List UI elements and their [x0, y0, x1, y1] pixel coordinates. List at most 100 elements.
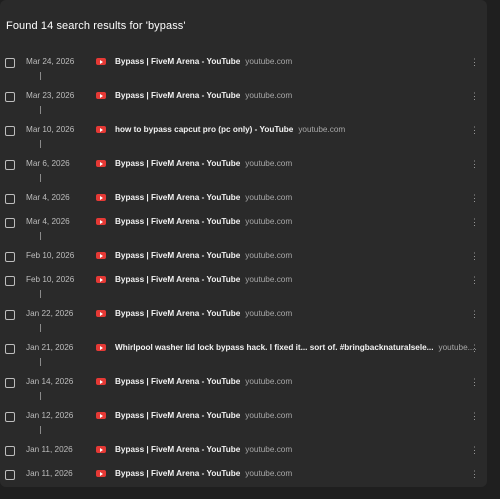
select-checkbox[interactable]	[5, 310, 15, 320]
more-vert-icon[interactable]: ⋮	[470, 468, 479, 480]
result-title: Bypass | FiveM Arena - YouTube	[115, 309, 241, 318]
result-link[interactable]: Bypass | FiveM Arena - YouTube youtube.co…	[115, 411, 292, 420]
select-checkbox[interactable]	[5, 160, 15, 170]
result-date: Jan 11, 2026	[26, 469, 73, 478]
more-vert-icon[interactable]: ⋮	[470, 274, 479, 286]
result-title: Bypass | FiveM Arena - YouTube	[115, 445, 241, 454]
result-date: Feb 10, 2026	[26, 275, 75, 284]
more-vert-icon[interactable]: ⋮	[470, 56, 479, 68]
timeline-connector	[40, 232, 41, 240]
result-row[interactable]: Jan 14, 2026 Bypass | FiveM Arena - YouT…	[0, 376, 487, 392]
result-domain: youtube.com	[245, 217, 293, 226]
results-header: Found 14 search results for 'bypass'	[6, 20, 186, 32]
youtube-icon	[96, 470, 106, 477]
result-domain: youtube.com	[245, 377, 293, 386]
result-row[interactable]: Jan 11, 2026 Bypass | FiveM Arena - YouT…	[0, 444, 487, 460]
result-link[interactable]: Bypass | FiveM Arena - YouTube youtube.co…	[115, 193, 292, 202]
timeline-connector	[40, 140, 41, 148]
select-checkbox[interactable]	[5, 92, 15, 102]
result-link[interactable]: Bypass | FiveM Arena - YouTube youtube.co…	[115, 445, 292, 454]
select-checkbox[interactable]	[5, 126, 15, 136]
select-checkbox[interactable]	[5, 378, 15, 388]
youtube-icon	[96, 378, 106, 385]
youtube-icon	[96, 310, 106, 317]
result-link[interactable]: Bypass | FiveM Arena - YouTube youtube.co…	[115, 469, 292, 478]
result-date: Mar 10, 2026	[26, 125, 75, 134]
select-checkbox[interactable]	[5, 446, 15, 456]
more-vert-icon[interactable]: ⋮	[470, 410, 479, 422]
result-date: Mar 6, 2026	[26, 159, 70, 168]
timeline-connector	[40, 106, 41, 114]
search-results-panel: Found 14 search results for 'bypass' Mar…	[0, 0, 487, 487]
result-link[interactable]: Bypass | FiveM Arena - YouTube youtube.co…	[115, 57, 292, 66]
result-link[interactable]: Whirlpool washer lid lock bypass hack. I…	[115, 343, 477, 352]
more-vert-icon[interactable]: ⋮	[470, 308, 479, 320]
result-row[interactable]: Jan 22, 2026 Bypass | FiveM Arena - YouT…	[0, 308, 487, 324]
more-vert-icon[interactable]: ⋮	[470, 376, 479, 388]
more-vert-icon[interactable]: ⋮	[470, 158, 479, 170]
more-vert-icon[interactable]: ⋮	[470, 444, 479, 456]
result-domain: youtube.com	[245, 309, 293, 318]
select-checkbox[interactable]	[5, 344, 15, 354]
result-date: Jan 12, 2026	[26, 411, 74, 420]
result-domain: youtube.com	[245, 445, 293, 454]
select-checkbox[interactable]	[5, 252, 15, 262]
timeline-connector	[40, 72, 41, 80]
youtube-icon	[96, 58, 106, 65]
timeline-connector	[40, 392, 41, 400]
youtube-icon	[96, 194, 106, 201]
result-title: Bypass | FiveM Arena - YouTube	[115, 159, 241, 168]
select-checkbox[interactable]	[5, 470, 15, 480]
result-domain: youtube.com	[245, 193, 293, 202]
result-title: Bypass | FiveM Arena - YouTube	[115, 217, 241, 226]
result-row[interactable]: Mar 4, 2026 Bypass | FiveM Arena - YouTu…	[0, 216, 487, 232]
select-checkbox[interactable]	[5, 412, 15, 422]
result-row[interactable]: Mar 10, 2026 how to bypass capcut pro (p…	[0, 124, 487, 140]
result-date: Jan 11, 2026	[26, 445, 73, 454]
result-link[interactable]: Bypass | FiveM Arena - YouTube youtube.co…	[115, 275, 292, 284]
result-title: Bypass | FiveM Arena - YouTube	[115, 57, 241, 66]
more-vert-icon[interactable]: ⋮	[470, 124, 479, 136]
timeline-connector	[40, 324, 41, 332]
result-title: Bypass | FiveM Arena - YouTube	[115, 411, 241, 420]
result-row[interactable]: Jan 11, 2026 Bypass | FiveM Arena - YouT…	[0, 468, 487, 484]
result-date: Jan 14, 2026	[26, 377, 74, 386]
youtube-icon	[96, 446, 106, 453]
result-title: Bypass | FiveM Arena - YouTube	[115, 469, 241, 478]
youtube-icon	[96, 92, 106, 99]
result-link[interactable]: Bypass | FiveM Arena - YouTube youtube.co…	[115, 251, 292, 260]
more-vert-icon[interactable]: ⋮	[470, 216, 479, 228]
more-vert-icon[interactable]: ⋮	[470, 90, 479, 102]
result-row[interactable]: Feb 10, 2026 Bypass | FiveM Arena - YouT…	[0, 250, 487, 266]
result-title: how to bypass capcut pro (pc only) - You…	[115, 125, 294, 134]
result-domain: youtube.com	[245, 275, 293, 284]
result-row[interactable]: Mar 4, 2026 Bypass | FiveM Arena - YouTu…	[0, 192, 487, 208]
youtube-icon	[96, 218, 106, 225]
result-link[interactable]: Bypass | FiveM Arena - YouTube youtube.co…	[115, 91, 292, 100]
result-link[interactable]: how to bypass capcut pro (pc only) - You…	[115, 125, 345, 134]
result-link[interactable]: Bypass | FiveM Arena - YouTube youtube.co…	[115, 159, 292, 168]
result-title: Bypass | FiveM Arena - YouTube	[115, 377, 241, 386]
more-vert-icon[interactable]: ⋮	[470, 250, 479, 262]
result-date: Mar 23, 2026	[26, 91, 75, 100]
select-checkbox[interactable]	[5, 276, 15, 286]
result-row[interactable]: Mar 23, 2026 Bypass | FiveM Arena - YouT…	[0, 90, 487, 106]
more-vert-icon[interactable]: ⋮	[470, 192, 479, 204]
result-link[interactable]: Bypass | FiveM Arena - YouTube youtube.co…	[115, 217, 292, 226]
result-row[interactable]: Feb 10, 2026 Bypass | FiveM Arena - YouT…	[0, 274, 487, 290]
select-checkbox[interactable]	[5, 58, 15, 68]
more-vert-icon[interactable]: ⋮	[470, 342, 479, 354]
select-checkbox[interactable]	[5, 194, 15, 204]
result-link[interactable]: Bypass | FiveM Arena - YouTube youtube.co…	[115, 377, 292, 386]
result-row[interactable]: Jan 21, 2026 Whirlpool washer lid lock b…	[0, 342, 487, 358]
result-title: Bypass | FiveM Arena - YouTube	[115, 251, 241, 260]
result-row[interactable]: Mar 24, 2026 Bypass | FiveM Arena - YouT…	[0, 56, 487, 72]
timeline-connector	[40, 290, 41, 298]
result-domain: youtube.com	[298, 125, 346, 134]
select-checkbox[interactable]	[5, 218, 15, 228]
result-row[interactable]: Mar 6, 2026 Bypass | FiveM Arena - YouTu…	[0, 158, 487, 174]
timeline-connector	[40, 358, 41, 366]
result-row[interactable]: Jan 12, 2026 Bypass | FiveM Arena - YouT…	[0, 410, 487, 426]
result-link[interactable]: Bypass | FiveM Arena - YouTube youtube.co…	[115, 309, 292, 318]
youtube-icon	[96, 160, 106, 167]
